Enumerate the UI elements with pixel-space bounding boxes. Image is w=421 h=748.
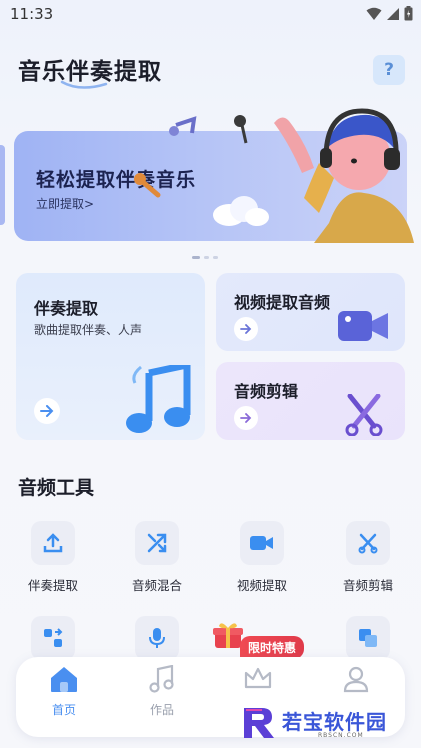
signal-icon [387, 7, 399, 20]
status-icons [366, 6, 413, 21]
banner-prev-peek [0, 145, 5, 225]
tool-accompaniment-extract[interactable]: 伴奏提取 [13, 521, 93, 594]
tool-label: 音频剪辑 [342, 578, 393, 593]
banner-illustration [134, 108, 414, 243]
music-note-icon [126, 365, 191, 433]
layers-icon [346, 616, 390, 660]
upload-icon [31, 521, 75, 565]
tool-label: 视频提取 [236, 578, 287, 593]
tab-label: 作品 [149, 703, 174, 717]
watermark-text: 若宝软件园 [282, 710, 387, 734]
crown-icon [244, 667, 272, 689]
status-bar: 11:33 [0, 0, 421, 28]
tab-label: 首页 [51, 703, 76, 717]
video-camera-icon [338, 311, 388, 341]
video-camera-icon [240, 521, 284, 565]
tool-convert[interactable] [13, 616, 93, 660]
banner-cta[interactable]: 立即提取> [36, 195, 94, 212]
microphone-icon [135, 616, 179, 660]
site-watermark: 若宝软件园 RBSCN.COM [240, 704, 410, 744]
shuffle-icon [135, 521, 179, 565]
music-note-icon [149, 664, 174, 693]
card-title: 视频提取音频 [234, 293, 331, 312]
pagination-dot [204, 256, 209, 259]
accompaniment-extract-card[interactable]: 伴奏提取 歌曲提取伴奏、人声 [16, 273, 205, 440]
pagination-dot [213, 256, 218, 259]
tool-audio-edit[interactable]: 音频剪辑 [328, 521, 408, 594]
user-icon [343, 666, 369, 693]
pagination-dot [192, 256, 200, 259]
tab-works[interactable]: 作品 [132, 664, 192, 718]
watermark-logo-icon [244, 708, 274, 738]
help-button[interactable]: ? [373, 55, 405, 85]
scissors-icon [345, 394, 383, 436]
tool-label: 音频混合 [131, 578, 182, 593]
tool-video-extract[interactable]: 视频提取 [222, 521, 302, 594]
card-title: 音频剪辑 [234, 382, 299, 401]
tool-label: 伴奏提取 [27, 578, 78, 593]
scissors-icon [346, 521, 390, 565]
card-title: 伴奏提取 [34, 299, 99, 318]
video-extract-audio-card[interactable]: 视频提取音频 [216, 273, 405, 351]
audio-edit-card[interactable]: 音频剪辑 [216, 362, 405, 440]
tab-home[interactable]: 首页 [34, 665, 94, 718]
arrow-right-icon[interactable] [234, 406, 258, 430]
home-icon [51, 667, 77, 692]
tool-layers[interactable] [328, 616, 408, 660]
status-time: 11:33 [10, 5, 54, 23]
watermark-url: RBSCN.COM [318, 732, 364, 739]
tab-vip[interactable] [228, 665, 288, 695]
title-swoosh-decoration [60, 80, 108, 89]
promo-banner[interactable]: 轻松提取伴奏音乐 立即提取> [14, 108, 414, 243]
limited-offer-badge[interactable]: 限时特惠 [240, 636, 305, 659]
arrow-right-icon[interactable] [34, 398, 60, 424]
convert-icon [31, 616, 75, 660]
tool-record[interactable] [117, 616, 197, 660]
tab-profile[interactable] [326, 665, 386, 697]
card-desc: 歌曲提取伴奏、人声 [34, 323, 143, 337]
battery-icon [404, 6, 413, 21]
tool-audio-mix[interactable]: 音频混合 [117, 521, 197, 594]
banner-pagination [192, 256, 218, 259]
arrow-right-icon[interactable] [234, 317, 258, 341]
tools-section-title: 音频工具 [18, 477, 95, 499]
wifi-icon [366, 7, 382, 20]
